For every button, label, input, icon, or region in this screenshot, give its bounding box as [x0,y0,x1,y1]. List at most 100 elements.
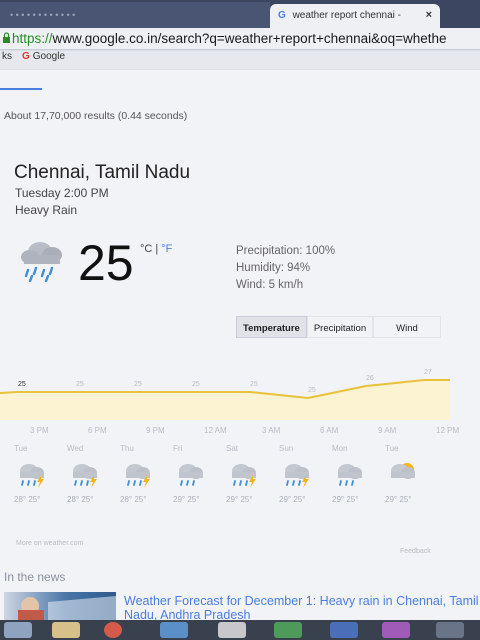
tab-active[interactable]: G weather report chennai - × [270,4,440,28]
day-forecast[interactable]: Mon 29° 25° [332,444,382,504]
rain-thunder-icon [67,459,101,489]
graph-area [0,380,450,420]
excel-taskbar-icon[interactable] [274,622,302,638]
heavy-rain-icon [21,242,62,282]
unit-fahrenheit[interactable]: °F [161,243,172,255]
rain-thunder-icon [226,459,260,489]
day-temps: 29° 25° [385,495,412,504]
news-image-icon [18,596,116,620]
unit-celsius[interactable]: °C [140,243,152,255]
tab-strip: • • • • • • • • • • • • G weather report… [0,0,480,28]
url-path: www.google.co.in/search?q=weather+report… [52,31,447,46]
close-tab-icon[interactable]: × [426,9,432,21]
time-label: 9 PM [146,426,165,435]
day-name: Sat [226,444,239,453]
weather-datetime: Tuesday 2:00 PM [15,186,109,200]
start-button-icon[interactable] [4,622,32,638]
day-forecast[interactable]: Wed 28° 25° [67,444,117,504]
chrome-taskbar-icon[interactable] [104,622,122,638]
bookmarks-bar: ks G Google [0,51,480,69]
day-temps: 29° 25° [332,495,359,504]
graph-value-label: 25 [76,381,84,388]
weather-condition: Heavy Rain [15,203,78,217]
temperature-graph: 25 25 25 25 25 25 26 27 [0,369,450,420]
url-text[interactable]: https://www.google.co.in/search?q=weathe… [12,31,447,46]
day-temps: 28° 25° [67,495,94,504]
google-favicon-icon: G [278,10,286,21]
day-name: Tue [385,444,399,453]
day-temps: 29° 25° [173,495,200,504]
feedback-link[interactable]: Feedback [400,548,431,555]
day-name: Sun [279,444,294,453]
day-temps: 28° 25° [14,495,41,504]
tab-wind[interactable]: Wind [373,316,441,338]
graph-value-label: 25 [134,381,142,388]
day-forecast[interactable]: Sat 29° 25° [226,444,276,504]
unit-toggle: °C | °F [140,243,172,255]
time-label: 12 AM [204,426,227,435]
weather-tabs: Temperature Precipitation Wind [236,316,441,338]
day-name: Fri [173,444,183,453]
rain-thunder-icon [279,459,313,489]
current-temperature: 25 [78,235,134,291]
partly-cloudy-icon [385,459,419,489]
weather-details: Precipitation: 100% Humidity: 94% Wind: … [236,243,335,294]
precipitation-text: Precipitation: 100% [236,245,336,257]
rain-thunder-icon [120,459,154,489]
time-label: 9 AM [378,426,397,435]
day-forecast[interactable]: Sun 29° 25° [279,444,329,504]
loading-progress-bar [0,88,42,90]
graph-value-label: 25 [250,381,258,388]
day-temps: 28° 25° [120,495,147,504]
tray-icon[interactable] [436,622,464,638]
google-bookmark-icon: G [22,51,30,62]
explorer-taskbar-icon[interactable] [52,622,80,638]
day-forecast[interactable]: Tue 28° 25° [14,444,64,504]
tab-temperature[interactable]: Temperature [236,316,307,338]
news-heading: In the news [4,570,66,584]
day-temps: 29° 25° [279,495,306,504]
graph-value-label: 26 [366,375,374,382]
bookmark-google[interactable]: Google [33,51,65,62]
day-forecast[interactable]: Thu 28° 25° [120,444,170,504]
time-label: 6 AM [320,426,339,435]
time-label: 3 AM [262,426,281,435]
wind-text: Wind: 5 km/h [236,279,304,291]
weather-location: Chennai, Tamil Nadu [14,162,191,183]
day-name: Thu [120,444,134,453]
day-name: Mon [332,444,348,453]
rain-icon [332,459,366,489]
day-forecast[interactable]: Fri 29° 25° [173,444,223,504]
more-weather-link[interactable]: More on weather.com [16,540,83,547]
tab-precipitation[interactable]: Precipitation [306,316,374,338]
news-article-title[interactable]: Weather Forecast for December 1: Heavy r… [124,594,480,622]
word-taskbar-icon[interactable] [330,622,358,638]
graph-value-label: 27 [424,369,432,376]
results-stats: About 17,70,000 results (0.44 seconds) [4,110,188,122]
bookmarks-prefix: ks [2,51,12,62]
daily-forecast: Tue 28° 25° Wed 28° 25° Thu 28° 25° Fri 29° 25°… [14,444,454,524]
day-temps: 29° 25° [226,495,253,504]
graph-value-label: 25 [18,381,26,388]
address-bar[interactable]: https://www.google.co.in/search?q=weathe… [0,28,480,50]
rain-icon [173,459,207,489]
time-label: 6 PM [88,426,107,435]
day-forecast[interactable]: Tue 29° 25° [385,444,435,504]
time-label: 12 PM [436,426,460,435]
lock-icon [3,32,10,43]
tab-active-title: weather report chennai - [292,10,401,21]
rain-thunder-icon [14,459,48,489]
time-label: 3 PM [30,426,49,435]
app-taskbar-icon[interactable] [218,622,246,638]
day-name: Tue [14,444,28,453]
day-name: Wed [67,444,84,453]
graph-value-label: 25 [308,387,316,394]
media-taskbar-icon[interactable] [160,622,188,638]
tab-inactive[interactable]: • • • • • • • • • • • • [0,2,270,28]
humidity-text: Humidity: 94% [236,262,311,274]
search-results-page: About 17,70,000 results (0.44 seconds) C… [0,70,480,622]
app2-taskbar-icon[interactable] [382,622,410,638]
graph-value-label: 25 [192,381,200,388]
news-thumbnail[interactable] [4,592,116,620]
taskbar [0,620,480,640]
